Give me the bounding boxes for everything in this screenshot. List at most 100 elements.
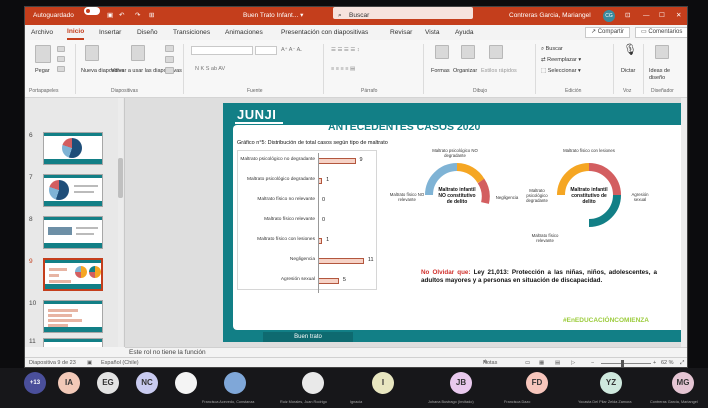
tab-revisar[interactable]: Revisar <box>390 25 412 40</box>
select-button[interactable]: ⬚ Seleccionar ▾ <box>541 68 581 75</box>
zoom-out-icon[interactable]: − <box>591 358 594 367</box>
customize-icon[interactable]: ⊞ <box>149 7 154 25</box>
close-icon[interactable]: ✕ <box>676 7 681 25</box>
quick-styles-label[interactable]: Estilos rápidos <box>481 68 517 75</box>
zoom-slider[interactable] <box>601 363 651 364</box>
participant-avatar[interactable]: I <box>372 372 394 394</box>
thumb-number: 7 <box>29 174 33 181</box>
maximize-icon[interactable]: ☐ <box>659 7 665 25</box>
comments-button[interactable]: ▭ Comentarios <box>635 27 687 38</box>
share-button[interactable]: ↗ Compartir <box>585 27 631 38</box>
logo-underline <box>235 122 283 124</box>
microphone-icon[interactable]: 🎙 <box>623 44 637 56</box>
minimize-icon[interactable]: — <box>643 7 650 25</box>
shapes-icon[interactable] <box>435 45 449 59</box>
zoom-in-icon[interactable]: + <box>653 358 656 367</box>
zoom-slider-thumb[interactable] <box>621 360 624 367</box>
participant-avatar[interactable]: YZ <box>600 372 622 394</box>
paste-label[interactable]: Pegar <box>35 68 50 75</box>
layout-icon[interactable] <box>165 45 174 52</box>
search-input[interactable]: ⌕ Buscar <box>333 7 473 19</box>
tab-inicio[interactable]: Inicio <box>67 25 85 40</box>
tab-presentacion[interactable]: Presentación con diapositivas <box>281 25 368 40</box>
paragraph-align-buttons[interactable]: ≡ ≡ ≡ ≡ ▤ <box>331 66 355 73</box>
font-style-buttons[interactable]: N K S ab AV <box>195 66 225 73</box>
slideshow-icon[interactable]: ▷ <box>571 358 575 367</box>
font-size-select[interactable] <box>255 46 277 55</box>
chart-caption: Gráfico n°5: Distribución de total casos… <box>237 140 388 146</box>
tab-insertar[interactable]: Insertar <box>99 25 121 40</box>
user-avatar[interactable]: CG <box>603 10 615 22</box>
user-name[interactable]: Contreras Garcia, Mariangel <box>509 7 591 25</box>
design-ideas-label[interactable]: Ideas de diseño <box>649 68 685 82</box>
design-ideas-icon[interactable] <box>655 45 669 59</box>
ribbon-tabs: Archivo Inicio Insertar Diseño Transicio… <box>25 25 687 40</box>
slide-thumbnail-7[interactable] <box>43 174 103 207</box>
slide-thumbnail-6[interactable] <box>43 132 103 165</box>
sorter-view-icon[interactable]: ▦ <box>539 358 544 367</box>
participant-name: Ignacia <box>350 400 363 404</box>
tab-animaciones[interactable]: Animaciones <box>225 25 263 40</box>
more-participants-badge[interactable]: +13 <box>24 372 46 394</box>
normal-view-icon[interactable]: ▭ <box>525 358 530 367</box>
document-title[interactable]: Buen Trato Infant... ▾ <box>243 7 303 25</box>
dictate-label[interactable]: Dictar <box>621 68 635 75</box>
participant-avatar[interactable] <box>224 372 246 394</box>
zoom-level[interactable]: 62 % <box>661 358 674 367</box>
divider <box>323 44 324 94</box>
slide[interactable]: JUNJI ANTECEDENTES CASOS 2020 Gráfico n°… <box>223 103 687 342</box>
font-size-buttons[interactable]: A⁺ A⁻ A̶ <box>281 47 300 54</box>
quick-styles-icon[interactable] <box>489 45 503 59</box>
reuse-slides-icon[interactable] <box>131 45 145 61</box>
find-button[interactable]: ⌕ Buscar <box>541 46 563 53</box>
bar <box>318 258 364 264</box>
tab-vista[interactable]: Vista <box>425 25 440 40</box>
slide-thumbnail-8[interactable] <box>43 216 103 249</box>
reset-icon[interactable] <box>165 56 174 63</box>
participant-avatar[interactable]: MG <box>672 372 694 394</box>
participant-avatar[interactable]: FD <box>526 372 548 394</box>
participant-avatar[interactable]: NC <box>136 372 158 394</box>
select-icon: ⬚ <box>541 68 547 74</box>
spellcheck-icon[interactable]: ▣ <box>87 358 92 367</box>
redo-icon[interactable]: ↷ <box>135 7 140 25</box>
paragraph-list-buttons[interactable]: ☰ ☰ ☰ ☰ ↕ <box>331 47 360 54</box>
tab-transiciones[interactable]: Transiciones <box>173 25 210 40</box>
slide-thumbnail-9[interactable] <box>43 258 103 291</box>
replace-button[interactable]: ⇄ Reemplazar ▾ <box>541 57 581 64</box>
paste-icon[interactable] <box>35 45 51 63</box>
fit-slide-icon[interactable]: ⤢ <box>680 358 684 367</box>
participant-avatar[interactable] <box>302 372 324 394</box>
status-bar: Diapositiva 9 de 23 ▣ Español (Chile) ≙ … <box>25 357 687 367</box>
arrange-icon[interactable] <box>461 45 475 59</box>
notes-pane[interactable]: Este rol no tiene la función <box>125 347 687 357</box>
thumbnails-scrollbar[interactable] <box>118 98 123 347</box>
slide-thumbnail-11[interactable] <box>43 338 103 347</box>
group-parrafo: Párrafo <box>361 88 378 94</box>
participant-avatar[interactable]: JB <box>450 372 472 394</box>
font-family-select[interactable] <box>191 46 253 55</box>
save-icon[interactable]: ▣ <box>107 7 113 25</box>
tab-archivo[interactable]: Archivo <box>31 25 53 40</box>
tab-ayuda[interactable]: Ayuda <box>455 25 474 40</box>
shapes-label[interactable]: Formas <box>431 68 450 75</box>
bar-category-label: Maltrato físico relevante <box>264 217 315 222</box>
cut-icon[interactable] <box>57 46 65 52</box>
participant-avatar[interactable] <box>175 372 197 394</box>
bar-category-label: Maltrato físico no relevante <box>257 197 315 202</box>
tab-diseno[interactable]: Diseño <box>137 25 158 40</box>
participant-avatar[interactable]: IA <box>58 372 80 394</box>
slide-thumbnail-10[interactable] <box>43 300 103 333</box>
ribbon-display-icon[interactable]: ⊡ <box>625 7 630 25</box>
section-icon[interactable] <box>165 67 174 74</box>
arrange-label[interactable]: Organizar <box>453 68 477 75</box>
copy-icon[interactable] <box>57 56 65 62</box>
language-label[interactable]: Español (Chile) <box>101 358 139 367</box>
slide-scrollbar[interactable] <box>681 98 687 347</box>
new-slide-icon[interactable] <box>85 45 99 61</box>
format-painter-icon[interactable] <box>57 66 65 72</box>
bar-value-label: 5 <box>342 277 346 283</box>
reading-view-icon[interactable]: ▤ <box>555 358 560 367</box>
participant-avatar[interactable]: EG <box>97 372 119 394</box>
undo-icon[interactable]: ↶ <box>119 7 124 25</box>
